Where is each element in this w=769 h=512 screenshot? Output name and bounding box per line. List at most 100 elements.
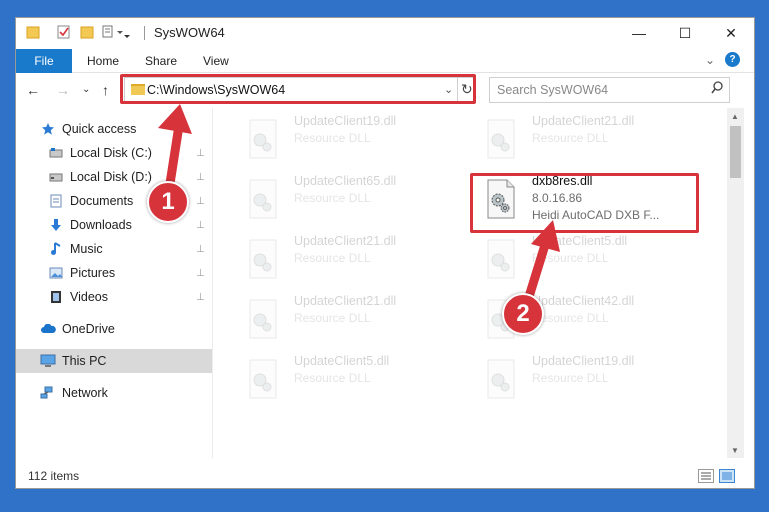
window-title: SysWOW64 bbox=[154, 25, 225, 40]
file-name: UpdateClient5.dll bbox=[294, 354, 390, 368]
minimize-button[interactable]: — bbox=[616, 18, 662, 48]
nav-label: This PC bbox=[62, 354, 107, 368]
file-name: UpdateClient65.dll bbox=[294, 174, 397, 188]
item-count: 112 items bbox=[28, 469, 80, 483]
title-bar: SysWOW64 — ☐ ✕ bbox=[16, 18, 754, 49]
maximize-button[interactable]: ☐ bbox=[662, 18, 708, 48]
file-type: Resource DLL bbox=[294, 251, 371, 265]
search-box[interactable]: Search SysWOW64 bbox=[489, 77, 730, 103]
videos-icon bbox=[48, 290, 64, 304]
nav-label: Documents bbox=[70, 194, 134, 208]
file-tile[interactable]: UpdateClient21.dll Resource DLL bbox=[236, 232, 466, 288]
nav-music[interactable]: Music ⊥ bbox=[16, 237, 212, 261]
tab-view[interactable]: View bbox=[203, 49, 229, 73]
nav-local-disk-d[interactable]: Local Disk (D:) ⊥ bbox=[16, 165, 212, 189]
dll-file-icon bbox=[249, 299, 277, 339]
forward-button[interactable]: → bbox=[56, 82, 70, 98]
title-separator bbox=[144, 26, 145, 40]
status-bar: 112 items bbox=[16, 464, 754, 488]
pin-icon: ⊥ bbox=[196, 291, 205, 303]
close-button[interactable]: ✕ bbox=[708, 18, 754, 48]
nav-label: OneDrive bbox=[62, 322, 115, 336]
dll-file-icon bbox=[249, 239, 277, 279]
pictures-icon bbox=[48, 266, 64, 280]
folder-icon bbox=[26, 24, 40, 43]
scroll-thumb[interactable] bbox=[730, 126, 741, 178]
file-tile[interactable]: UpdateClient21.dll Resource DLL bbox=[236, 292, 466, 348]
customize-toolbar-icon[interactable] bbox=[102, 24, 130, 43]
nav-quick-access[interactable]: Quick access bbox=[16, 117, 212, 141]
address-row: ← → ⌄ ↑ C:\Windows\SysWOW64 ⌄ ↻ Search S… bbox=[16, 74, 754, 107]
music-icon bbox=[48, 242, 64, 256]
pin-icon: ⊥ bbox=[196, 195, 205, 207]
new-folder-icon[interactable] bbox=[80, 24, 94, 43]
help-icon[interactable]: ? bbox=[725, 52, 740, 67]
ribbon-tabs: File Home Share View ⌄ ? bbox=[16, 49, 754, 73]
nav-network[interactable]: Network bbox=[16, 381, 212, 405]
pin-icon: ⊥ bbox=[196, 219, 205, 231]
search-icon bbox=[711, 81, 723, 98]
file-tile[interactable]: UpdateClient5.dll Resource DLL bbox=[236, 352, 466, 408]
collapse-ribbon-icon[interactable]: ⌄ bbox=[705, 53, 715, 67]
nav-label: Pictures bbox=[70, 266, 116, 280]
recent-locations-button[interactable]: ⌄ bbox=[82, 84, 90, 95]
file-name: UpdateClient21.dll bbox=[294, 234, 397, 248]
vertical-scrollbar[interactable]: ▲ ▼ bbox=[727, 108, 744, 458]
file-type: Resource DLL bbox=[294, 131, 371, 145]
tab-file[interactable]: File bbox=[16, 49, 72, 73]
tab-home[interactable]: Home bbox=[87, 49, 119, 73]
dll-file-icon bbox=[487, 179, 515, 219]
back-button[interactable]: ← bbox=[26, 82, 40, 98]
properties-icon[interactable] bbox=[56, 24, 72, 43]
scroll-down-icon[interactable]: ▼ bbox=[731, 446, 739, 455]
file-name: UpdateClient21.dll bbox=[294, 294, 397, 308]
nav-local-disk-c[interactable]: Local Disk (C:) ⊥ bbox=[16, 141, 212, 165]
pin-icon: ⊥ bbox=[196, 147, 205, 159]
star-icon bbox=[40, 122, 56, 136]
pane-splitter[interactable] bbox=[212, 108, 213, 458]
nav-label: Music bbox=[70, 242, 103, 256]
file-tile[interactable]: UpdateClient5.dll Resource DLL bbox=[474, 232, 704, 288]
scroll-up-icon[interactable]: ▲ bbox=[731, 112, 739, 121]
file-name: UpdateClient21.dll bbox=[532, 114, 635, 128]
nav-label: Videos bbox=[70, 290, 108, 304]
nav-videos[interactable]: Videos ⊥ bbox=[16, 285, 212, 309]
nav-label: Local Disk (C:) bbox=[70, 146, 152, 160]
dll-file-icon bbox=[249, 119, 277, 159]
step-2-badge: 2 bbox=[502, 293, 544, 335]
file-name: UpdateClient19.dll bbox=[532, 354, 635, 368]
pin-icon: ⊥ bbox=[196, 171, 205, 183]
drive-icon bbox=[48, 170, 64, 184]
large-icons-view-icon[interactable] bbox=[719, 469, 735, 483]
file-name: UpdateClient5.dll bbox=[532, 234, 628, 248]
details-view-icon[interactable] bbox=[698, 469, 714, 483]
file-tile[interactable]: UpdateClient19.dll Resource DLL bbox=[474, 352, 704, 408]
file-name: UpdateClient42.dll bbox=[532, 294, 635, 308]
downloads-icon bbox=[48, 218, 64, 232]
address-bar[interactable]: C:\Windows\SysWOW64 ⌄ ↻ bbox=[124, 77, 476, 103]
documents-icon bbox=[48, 194, 64, 208]
address-dropdown[interactable]: ⌄ bbox=[444, 83, 453, 96]
address-separator bbox=[457, 78, 458, 102]
up-button[interactable]: ↑ bbox=[102, 82, 109, 98]
pin-icon: ⊥ bbox=[196, 243, 205, 255]
tab-share[interactable]: Share bbox=[145, 49, 177, 73]
cloud-icon bbox=[40, 322, 56, 336]
file-tile[interactable]: UpdateClient21.dll Resource DLL bbox=[474, 112, 704, 168]
address-path[interactable]: C:\Windows\SysWOW64 bbox=[147, 83, 285, 97]
file-type: Resource DLL bbox=[294, 371, 371, 385]
file-tile[interactable]: UpdateClient19.dll Resource DLL bbox=[236, 112, 466, 168]
file-description: Heidi AutoCAD DXB F... bbox=[532, 208, 660, 222]
pin-icon: ⊥ bbox=[196, 267, 205, 279]
refresh-icon[interactable]: ↻ bbox=[461, 81, 473, 98]
nav-label: Quick access bbox=[62, 122, 137, 136]
nav-this-pc[interactable]: This PC bbox=[16, 349, 212, 373]
nav-onedrive[interactable]: OneDrive bbox=[16, 317, 212, 341]
file-tile[interactable]: UpdateClient65.dll Resource DLL bbox=[236, 172, 466, 228]
file-tile-dxb8res[interactable]: dxb8res.dll 8.0.16.86 Heidi AutoCAD DXB … bbox=[474, 172, 704, 228]
drive-icon bbox=[48, 146, 64, 160]
folder-icon bbox=[131, 84, 145, 95]
computer-icon bbox=[40, 354, 56, 368]
step-1-badge: 1 bbox=[147, 181, 189, 223]
nav-pictures[interactable]: Pictures ⊥ bbox=[16, 261, 212, 285]
